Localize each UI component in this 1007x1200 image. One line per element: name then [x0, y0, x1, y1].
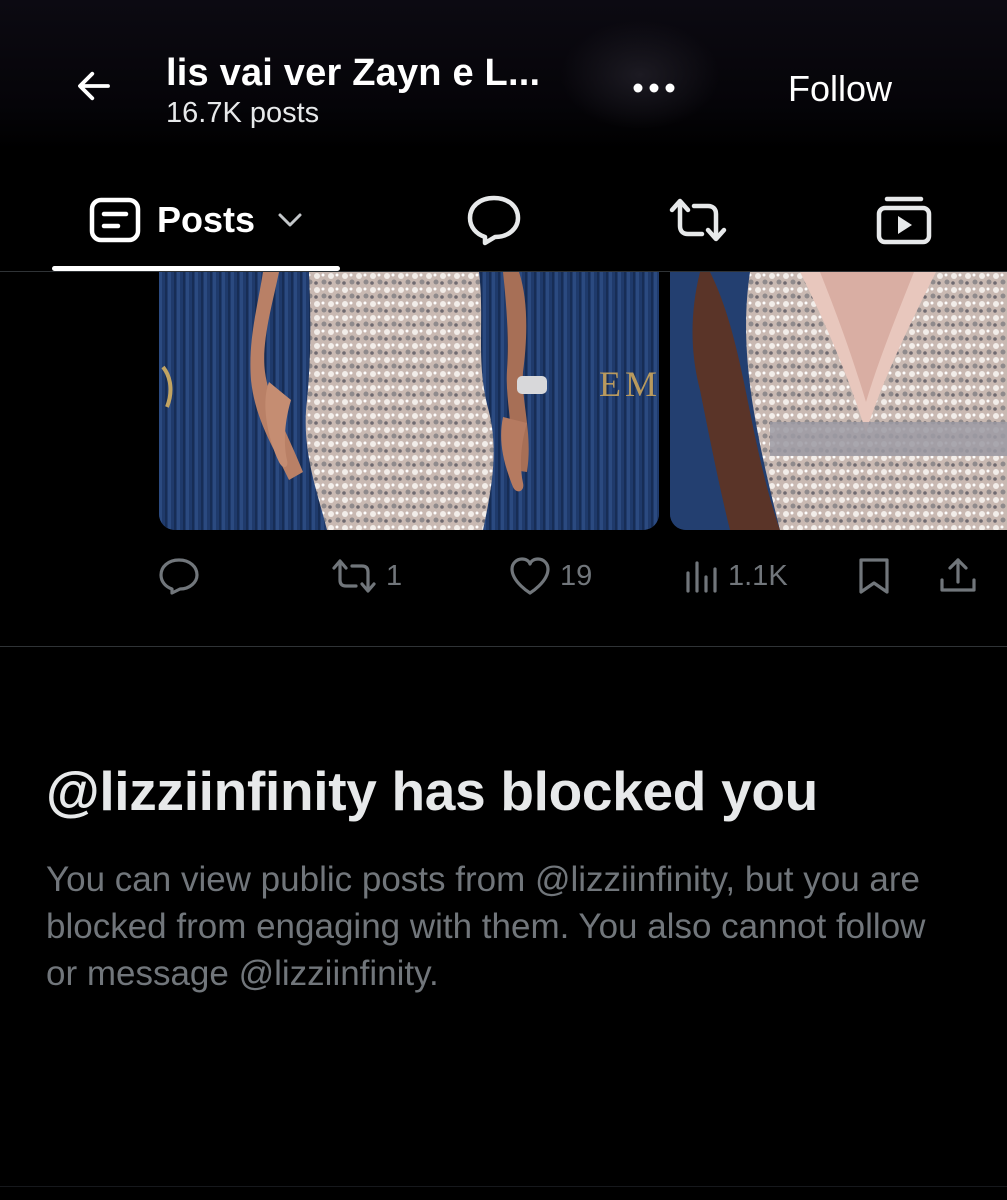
- blocked-notice-title: @lizziinfinity has blocked you: [46, 760, 818, 822]
- share-icon: [940, 558, 976, 592]
- repost-icon: [669, 198, 727, 242]
- back-button[interactable]: [70, 62, 118, 110]
- reply-icon: [159, 558, 199, 595]
- post-divider: [0, 646, 1007, 647]
- tab-posts-label: Posts: [156, 199, 256, 240]
- views-button[interactable]: 1.1K: [684, 548, 788, 604]
- bookmark-icon: [859, 558, 889, 594]
- blocked-notice-body: You can view public posts from @lizziinf…: [46, 860, 926, 993]
- arrow-left-icon: [78, 71, 110, 101]
- profile-tabs: Posts: [0, 150, 1007, 272]
- bottom-divider: [0, 1186, 1007, 1187]
- repost-count: 1: [386, 559, 403, 592]
- blocked-notice: @lizziinfinity has blocked you You can v…: [46, 752, 966, 997]
- post-media: EM: [0, 272, 1007, 530]
- tab-reposts[interactable]: [660, 180, 736, 260]
- reply-button[interactable]: [158, 548, 200, 604]
- like-count: 19: [560, 559, 593, 592]
- chevron-down-icon: [278, 213, 302, 227]
- post-photo-2[interactable]: [670, 272, 1007, 530]
- post-action-bar: 1 19 1.1K: [0, 548, 1007, 604]
- like-button[interactable]: 19: [508, 548, 592, 604]
- media-icon: [876, 196, 932, 245]
- repost-icon: [332, 559, 376, 593]
- tab-replies[interactable]: [458, 180, 530, 260]
- bookmark-button[interactable]: [856, 548, 892, 604]
- heart-icon: [510, 557, 550, 595]
- share-button[interactable]: [938, 548, 978, 604]
- more-options-button[interactable]: [626, 66, 682, 110]
- post-photo-1[interactable]: EM: [159, 272, 659, 530]
- post-count: 16.7K posts: [166, 97, 320, 129]
- views-chart-icon: [686, 561, 717, 593]
- views-count: 1.1K: [728, 559, 788, 592]
- photo-1-illustration: EM: [159, 272, 659, 530]
- posts-icon: [89, 197, 141, 243]
- profile-header: lis vai ver Zayn e L... 16.7K posts Foll…: [0, 0, 1007, 150]
- profile-title-block: lis vai ver Zayn e L... 16.7K posts: [166, 52, 540, 130]
- backdrop-sign-text: EM: [599, 364, 659, 404]
- follow-button[interactable]: Follow: [770, 62, 910, 116]
- repost-button[interactable]: 1: [330, 548, 402, 604]
- photo-2-illustration: [670, 272, 1007, 530]
- tab-media[interactable]: [866, 180, 942, 260]
- reply-bubble-icon: [467, 195, 521, 246]
- profile-name: lis vai ver Zayn e L...: [166, 52, 541, 94]
- active-tab-indicator: [52, 266, 340, 271]
- tab-posts[interactable]: Posts: [52, 180, 340, 260]
- more-horizontal-icon: [633, 83, 675, 93]
